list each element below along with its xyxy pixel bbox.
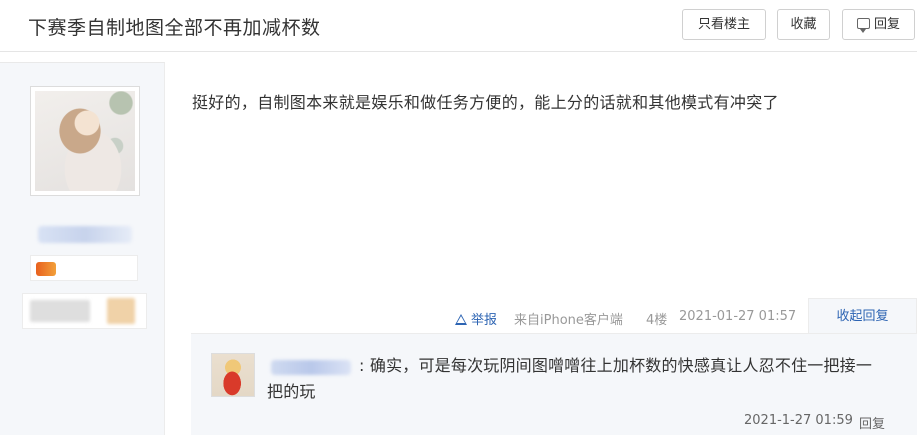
author-username-blurred[interactable]	[38, 226, 132, 243]
thread-header: 下赛季自制地图全部不再加减杯数 只看楼主 收藏 回复	[0, 0, 917, 52]
fan-badge-icon[interactable]	[36, 262, 56, 276]
report-label: 举报	[471, 313, 498, 328]
post-time: 2021-01-27 01:57	[679, 309, 797, 324]
warning-icon	[455, 314, 467, 325]
reply-time: 2021-1-27 01:59	[744, 413, 853, 428]
thread-title: 下赛季自制地图全部不再加减杯数	[28, 17, 321, 39]
level-title-blurred	[30, 300, 90, 322]
favorite-button[interactable]: 收藏	[777, 9, 830, 40]
post-content: 挺好的，自制图本来就是娱乐和做任务方便的，能上分的话就和其他模式有冲突了	[192, 93, 779, 112]
reply-button-label: 回复	[873, 17, 900, 32]
author-badge-box	[30, 255, 138, 281]
only-op-button[interactable]: 只看楼主	[682, 9, 766, 40]
author-sidebar	[0, 62, 165, 435]
sub-reply: : 确实，可是每次玩阴间图噌噌往上加杯数的快感真让人忍不住一把接一把的玩 202…	[191, 333, 917, 435]
reply-text: : 确实，可是每次玩阴间图噌噌往上加杯数的快感真让人忍不住一把接一把的玩	[267, 356, 873, 401]
reply-button[interactable]: 回复	[842, 9, 915, 40]
author-level-box	[22, 293, 147, 329]
avatar-image	[35, 91, 135, 191]
reply-reply-link[interactable]: 回复	[859, 413, 885, 432]
report-link[interactable]: 举报	[455, 309, 497, 328]
level-number-blurred	[107, 298, 135, 324]
collapse-replies-button[interactable]: 收起回复	[808, 298, 917, 334]
post-floor: 4楼	[646, 313, 668, 328]
comment-icon	[856, 18, 870, 33]
post-source: 来自iPhone客户端	[514, 313, 623, 328]
reply-avatar[interactable]	[211, 353, 255, 397]
author-avatar[interactable]	[30, 86, 140, 196]
